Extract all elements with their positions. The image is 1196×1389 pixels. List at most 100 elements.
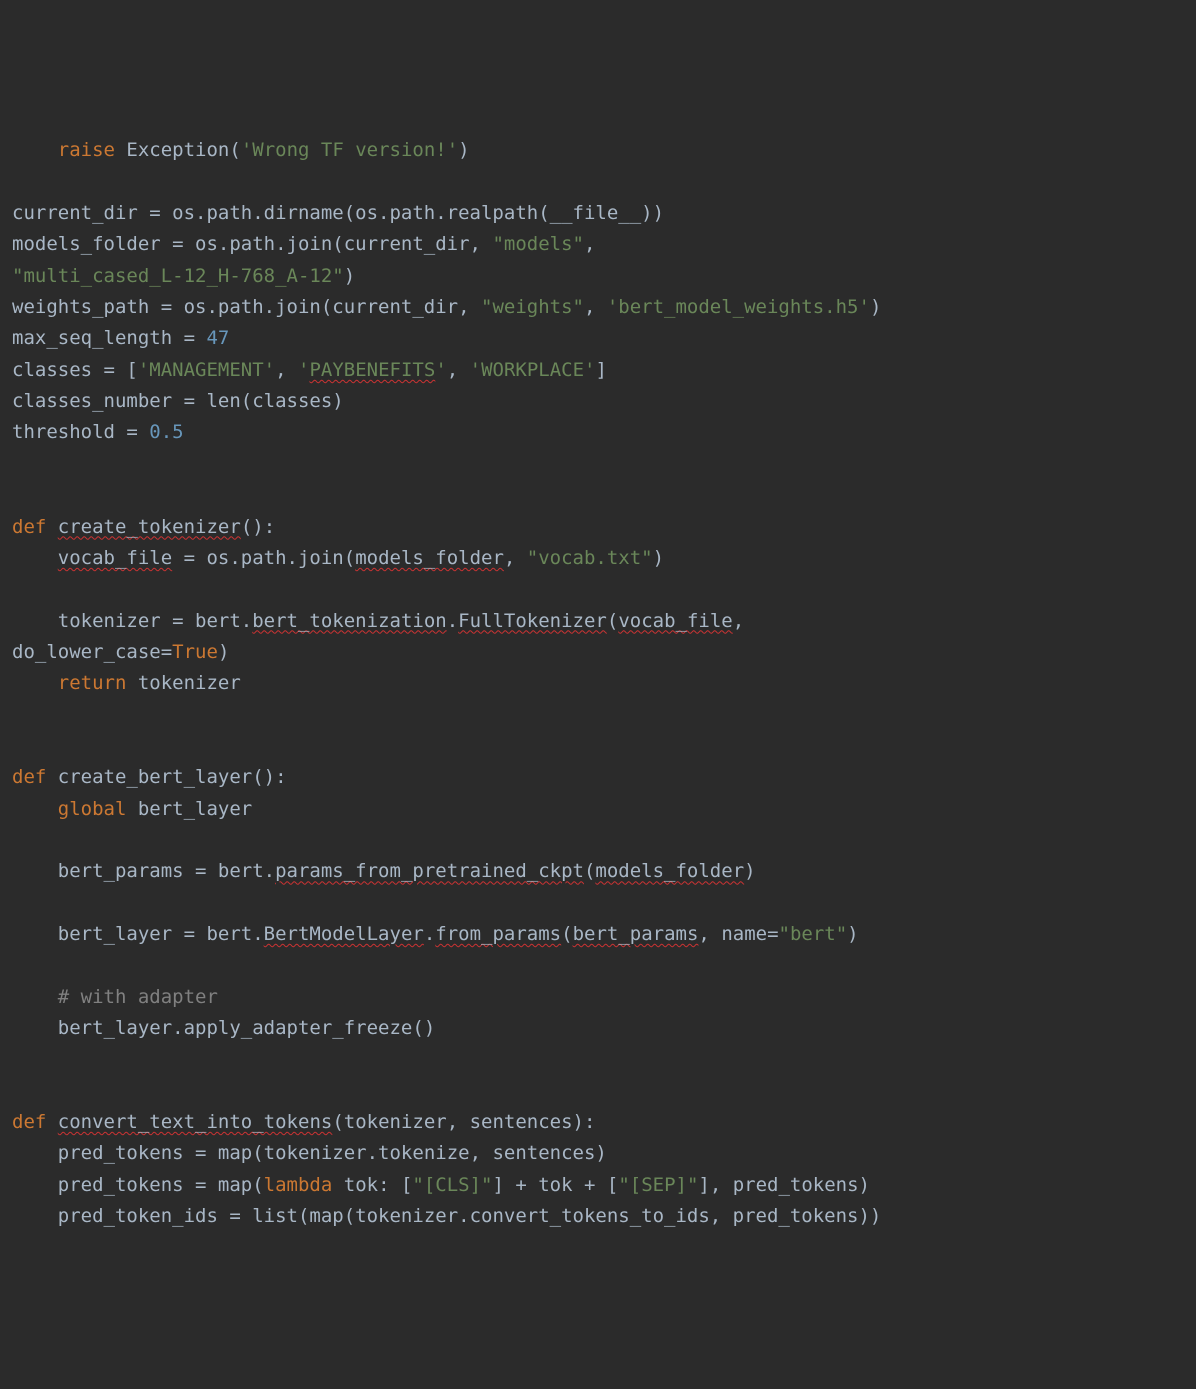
code-text: bert_params = bert.: [58, 860, 275, 882]
code-line: # with adapter: [12, 986, 218, 1008]
quote: ': [435, 359, 446, 381]
method: from_params: [435, 923, 561, 945]
code-text: bert_layer.apply_adapter_freeze(): [58, 1017, 436, 1039]
variable: vocab_file: [58, 547, 172, 569]
code-text: tokenizer: [126, 672, 240, 694]
string-literal: 'PAYBENEFITS': [298, 359, 447, 381]
number-literal: 47: [206, 327, 229, 349]
string-literal: "vocab.txt": [527, 547, 653, 569]
code-text: bert_layer = bert.: [58, 923, 264, 945]
code-line: do_lower_case=True): [12, 641, 229, 663]
code-line: return tokenizer: [12, 672, 241, 694]
code-text: ,: [275, 359, 298, 381]
keyword-def: def: [12, 766, 46, 788]
kwarg: name: [721, 923, 767, 945]
function-name: create_tokenizer: [58, 516, 241, 538]
code-line: bert_params = bert.params_from_pretraine…: [12, 860, 756, 882]
keyword-raise: raise: [58, 139, 115, 161]
keyword-true: True: [172, 641, 218, 663]
call-exception: Exception(: [126, 139, 240, 161]
string-literal: 'bert_model_weights.h5': [607, 296, 870, 318]
class-name: BertModelLayer: [264, 923, 424, 945]
code-text: ): [653, 547, 664, 569]
code-line: tokenizer = bert.bert_tokenization.FullT…: [12, 610, 744, 632]
code-text: .: [447, 610, 458, 632]
code-text: ():: [241, 516, 275, 538]
code-text: max_seq_length =: [12, 327, 206, 349]
code-text: =: [161, 641, 172, 663]
code-text: (: [607, 610, 618, 632]
keyword-lambda: lambda: [264, 1174, 333, 1196]
code-text: (: [584, 860, 595, 882]
code-text: (tokenizer, sentences):: [332, 1111, 595, 1133]
code-line: "multi_cased_L-12_H-768_A-12"): [12, 265, 355, 287]
code-text: ], pred_tokens): [698, 1174, 870, 1196]
code-text: weights_path = os.path.join(current_dir,: [12, 296, 481, 318]
string-literal: "weights": [481, 296, 584, 318]
code-text: tok: [: [332, 1174, 412, 1196]
code-line: def create_bert_layer():: [12, 766, 287, 788]
code-text: ,: [584, 296, 607, 318]
code-text: pred_tokens = map(tokenizer.tokenize, se…: [58, 1142, 607, 1164]
code-text: ,: [733, 610, 744, 632]
attribute: params_from_pretrained_ckpt: [275, 860, 584, 882]
code-line: bert_layer.apply_adapter_freeze(): [12, 1017, 435, 1039]
code-text: ): [344, 265, 355, 287]
string-literal: "multi_cased_L-12_H-768_A-12": [12, 265, 344, 287]
code-text: ): [218, 641, 229, 663]
code-line: threshold = 0.5: [12, 421, 184, 443]
code-line: max_seq_length = 47: [12, 327, 229, 349]
code-line: current_dir = os.path.dirname(os.path.re…: [12, 202, 664, 224]
code-line: classes_number = len(classes): [12, 390, 344, 412]
function-name: convert_text_into_tokens: [58, 1111, 333, 1133]
code-text: = os.path.join(: [172, 547, 355, 569]
code-text: ] + tok + [: [492, 1174, 618, 1196]
code-line: vocab_file = os.path.join(models_folder,…: [12, 547, 664, 569]
code-text: ,: [447, 359, 470, 381]
code-line: pred_tokens = map(lambda tok: ["[CLS]"] …: [12, 1174, 870, 1196]
code-text: =: [767, 923, 778, 945]
quote: ': [298, 359, 309, 381]
code-text: bert_layer: [126, 798, 252, 820]
code-text: models_folder = os.path.join(current_dir…: [12, 233, 492, 255]
variable: vocab_file: [618, 610, 732, 632]
code-text: (: [561, 923, 572, 945]
code-text: pred_tokens = map(: [58, 1174, 264, 1196]
code-text: ,: [504, 547, 527, 569]
code-line: pred_tokens = map(tokenizer.tokenize, se…: [12, 1142, 607, 1164]
code-text: threshold =: [12, 421, 149, 443]
code-text: ): [870, 296, 881, 318]
code-line: global bert_layer: [12, 798, 252, 820]
code-text: ): [847, 923, 858, 945]
code-line: def convert_text_into_tokens(tokenizer, …: [12, 1111, 595, 1133]
variable: models_folder: [355, 547, 504, 569]
code-line: models_folder = os.path.join(current_dir…: [12, 233, 595, 255]
string-literal: "bert": [779, 923, 848, 945]
attribute: bert_tokenization: [252, 610, 446, 632]
code-editor[interactable]: raise Exception('Wrong TF version!') cur…: [12, 135, 1184, 1232]
keyword-def: def: [12, 516, 46, 538]
code-line: classes = ['MANAGEMENT', 'PAYBENEFITS', …: [12, 359, 607, 381]
code-line: raise Exception('Wrong TF version!'): [12, 139, 470, 161]
code-line: bert_layer = bert.BertModelLayer.from_pa…: [12, 923, 859, 945]
paren: ): [458, 139, 469, 161]
string-literal: "[SEP]": [618, 1174, 698, 1196]
spellcheck-warning: PAYBENEFITS: [309, 359, 435, 381]
string-literal: 'WORKPLACE': [470, 359, 596, 381]
kwarg: do_lower_case: [12, 641, 161, 663]
code-line: pred_token_ids = list(map(tokenizer.conv…: [12, 1205, 881, 1227]
code-text: ,: [584, 233, 595, 255]
variable: bert_params: [573, 923, 699, 945]
string-literal: 'Wrong TF version!': [241, 139, 458, 161]
code-text: create_bert_layer():: [46, 766, 286, 788]
code-text: ): [744, 860, 755, 882]
keyword-global: global: [58, 798, 127, 820]
string-literal: "models": [492, 233, 584, 255]
code-line: weights_path = os.path.join(current_dir,…: [12, 296, 881, 318]
code-text: .: [424, 923, 435, 945]
keyword-return: return: [58, 672, 127, 694]
string-literal: "[CLS]": [412, 1174, 492, 1196]
class-name: FullTokenizer: [458, 610, 607, 632]
code-text: [46, 1111, 57, 1133]
variable: models_folder: [595, 860, 744, 882]
